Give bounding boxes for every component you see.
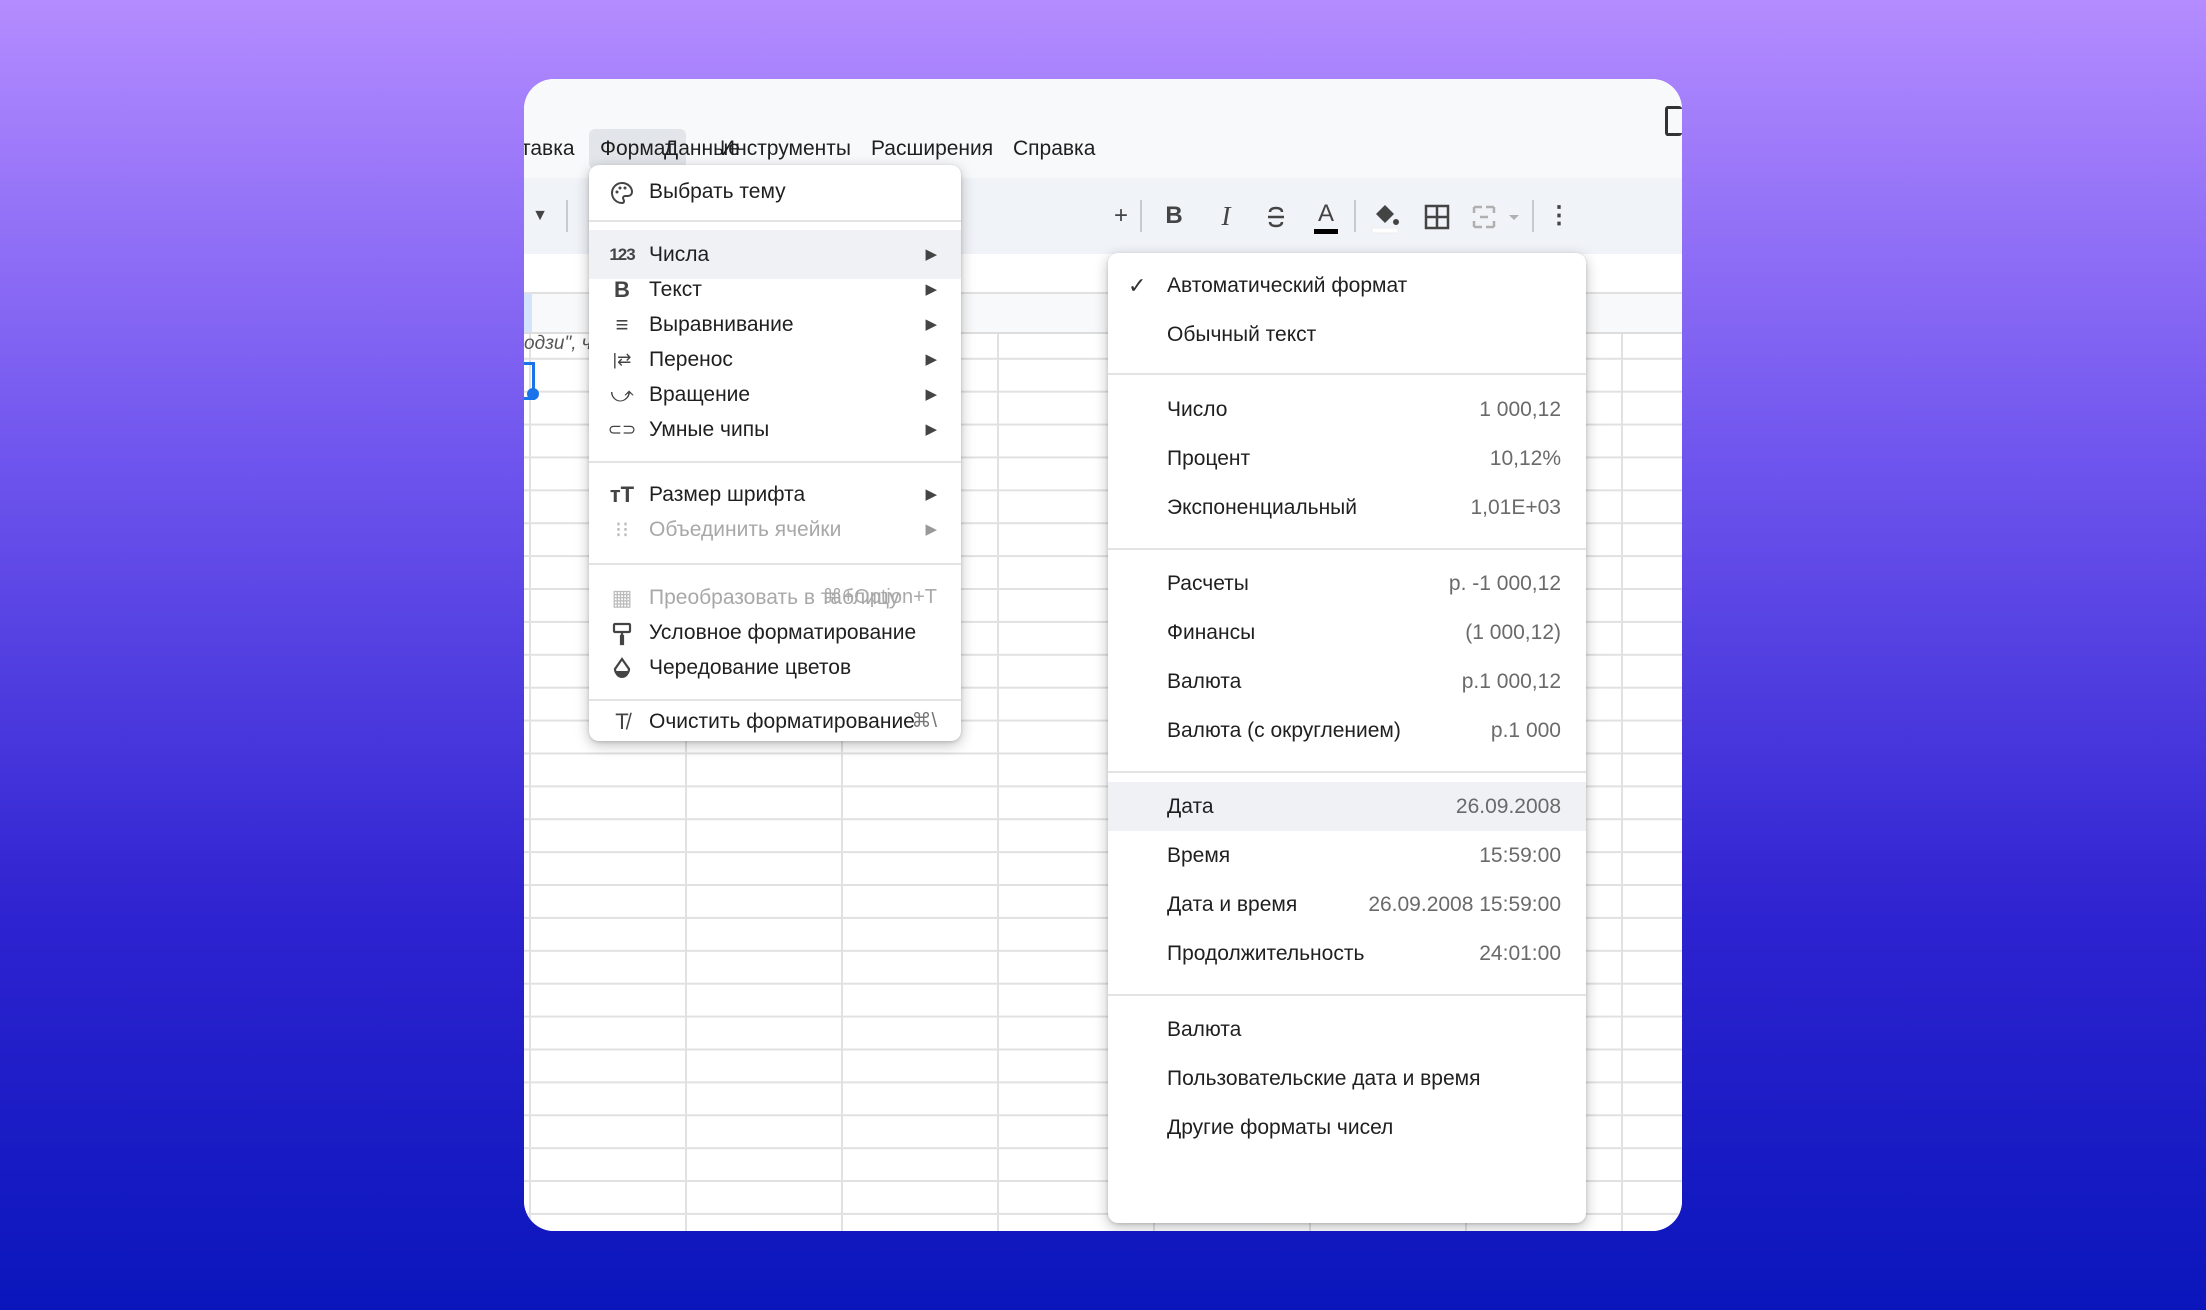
menu-item-label: Объединить ячейки — [649, 518, 842, 541]
menu-item-clear-formatting[interactable]: T̸ Очистить форматирование ⌘\ — [589, 697, 961, 746]
cell-content: одзи", ч — [524, 333, 592, 354]
menu-item-label: Выбрать тему — [649, 180, 786, 203]
submenu-item-date[interactable]: Дата 26.09.2008 — [1108, 782, 1586, 831]
strikethrough-icon[interactable] — [1256, 178, 1296, 254]
toolbar-separator — [1532, 200, 1534, 232]
submenu-item-accounting[interactable]: Расчеты р. -1 000,12 — [1108, 559, 1586, 608]
submenu-item-plain-text[interactable]: Обычный текст — [1108, 310, 1586, 359]
toolbar-separator — [566, 200, 568, 232]
dropdown-caret-icon[interactable]: ▼ — [528, 178, 552, 254]
submenu-item-label: Валюта — [1167, 670, 1242, 693]
merge-cells-icon[interactable] — [1466, 178, 1526, 254]
menu-divider — [1108, 994, 1586, 996]
submenu-item-custom-currency[interactable]: Валюта — [1108, 1005, 1586, 1054]
submenu-item-duration[interactable]: Продолжительность 24:01:00 — [1108, 929, 1586, 978]
menu-divider — [1108, 771, 1586, 773]
menu-divider — [1108, 548, 1586, 550]
submenu-item-currency[interactable]: Валюта р.1 000,12 — [1108, 657, 1586, 706]
more-options-icon[interactable]: ⋮ — [1544, 178, 1574, 254]
palette-icon — [607, 167, 637, 216]
bold-icon[interactable]: B — [1156, 178, 1192, 254]
text-color-icon[interactable]: A — [1306, 178, 1346, 254]
menu-divider — [1108, 373, 1586, 375]
clear-format-icon: T̸ — [615, 709, 629, 734]
fill-handle[interactable] — [527, 388, 539, 400]
format-menu: Выбрать тему 123 Числа ▶ B Текст ▶ ≡ Выр… — [589, 165, 961, 741]
format-example: р.1 000 — [1490, 719, 1561, 742]
comment-icon[interactable] — [1665, 106, 1682, 136]
spreadsheet-window: одзи", ч тавка Формат Данные Инструменты… — [524, 79, 1682, 1231]
submenu-item-label: Дата и время — [1167, 893, 1298, 916]
italic-icon[interactable]: I — [1208, 178, 1244, 254]
shortcut-label: ⌘\ — [911, 710, 937, 732]
menu-divider — [589, 563, 961, 565]
fill-color-icon[interactable] — [1364, 178, 1406, 254]
selected-column-header[interactable] — [524, 294, 532, 332]
toolbar-separator — [1354, 200, 1356, 232]
format-example: (1 000,12) — [1465, 621, 1561, 644]
menu-item-label: Очистить форматирование — [649, 710, 915, 733]
submenu-item-custom-date-time[interactable]: Пользовательские дата и время — [1108, 1054, 1586, 1103]
merge-icon: ⁝⁝ — [615, 517, 629, 542]
text-color-letter: A — [1313, 199, 1338, 235]
submenu-item-label: Финансы — [1167, 621, 1256, 644]
submenu-item-time[interactable]: Время 15:59:00 — [1108, 831, 1586, 880]
menu-help[interactable]: Справка — [1002, 129, 1106, 169]
format-example: 1,01E+03 — [1470, 496, 1561, 519]
smart-chip-icon: ⊂⊃ — [607, 420, 637, 439]
submenu-item-more-formats[interactable]: Другие форматы чисел — [1108, 1103, 1586, 1152]
submenu-item-label: Время — [1167, 844, 1231, 867]
submenu-item-number[interactable]: Число 1 000,12 — [1108, 385, 1586, 434]
submenu-item-label: Автоматический формат — [1167, 274, 1408, 297]
menu-item-label: Чередование цветов — [649, 656, 852, 679]
format-example: р.1 000,12 — [1461, 670, 1561, 693]
submenu-item-label: Дата — [1167, 795, 1214, 818]
toolbar-separator — [1140, 200, 1142, 232]
submenu-item-label: Расчеты — [1167, 572, 1249, 595]
borders-icon[interactable] — [1416, 178, 1458, 254]
submenu-item-auto[interactable]: ✓ Автоматический формат — [1108, 261, 1586, 310]
submenu-item-currency-rounded[interactable]: Валюта (с округлением) р.1 000 — [1108, 706, 1586, 755]
submenu-item-label: Валюта — [1167, 1018, 1242, 1041]
menu-item-alternating-colors[interactable]: Чередование цветов — [589, 643, 961, 692]
menu-item-theme[interactable]: Выбрать тему — [589, 167, 961, 216]
submenu-item-date-time[interactable]: Дата и время 26.09.2008 15:59:00 — [1108, 880, 1586, 929]
submenu-arrow-icon: ▶ — [925, 421, 937, 438]
format-example: 1 000,12 — [1479, 398, 1561, 421]
menu-insert[interactable]: тавка — [524, 129, 586, 169]
menu-extensions[interactable]: Расширения — [860, 129, 1004, 169]
format-example: 26.09.2008 15:59:00 — [1368, 893, 1561, 916]
submenu-item-label: Число — [1167, 398, 1228, 421]
menu-tools[interactable]: Инструменты — [709, 129, 862, 169]
menu-item-smart-chips[interactable]: ⊂⊃ Умные чипы ▶ — [589, 405, 961, 454]
menu-item-label: Умные чипы — [649, 418, 770, 441]
submenu-item-scientific[interactable]: Экспоненциальный 1,01E+03 — [1108, 483, 1586, 532]
checkmark-icon: ✓ — [1128, 273, 1147, 298]
submenu-item-label: Продолжительность — [1167, 942, 1365, 965]
submenu-item-label: Обычный текст — [1167, 323, 1317, 346]
format-example: р. -1 000,12 — [1448, 572, 1561, 595]
increase-font-icon[interactable]: + — [1108, 178, 1134, 254]
submenu-item-label: Экспоненциальный — [1167, 496, 1357, 519]
numbers-submenu: ✓ Автоматический формат Обычный текст Чи… — [1108, 253, 1586, 1223]
format-example: 10,12% — [1489, 447, 1561, 470]
submenu-item-label: Другие форматы чисел — [1167, 1116, 1394, 1139]
format-example: 26.09.2008 — [1455, 795, 1561, 818]
submenu-item-label: Процент — [1167, 447, 1251, 470]
format-example: 15:59:00 — [1479, 844, 1561, 867]
menu-divider — [589, 220, 961, 222]
submenu-item-financial[interactable]: Финансы (1 000,12) — [1108, 608, 1586, 657]
menu-item-merge-cells[interactable]: ⁝⁝ Объединить ячейки ▶ — [589, 505, 961, 554]
menu-divider — [589, 461, 961, 463]
color-drop-icon — [607, 643, 637, 692]
submenu-arrow-icon: ▶ — [925, 521, 937, 538]
submenu-item-label: Валюта (с округлением) — [1167, 719, 1401, 742]
submenu-item-label: Пользовательские дата и время — [1167, 1067, 1481, 1090]
submenu-item-percent[interactable]: Процент 10,12% — [1108, 434, 1586, 483]
format-example: 24:01:00 — [1479, 942, 1561, 965]
